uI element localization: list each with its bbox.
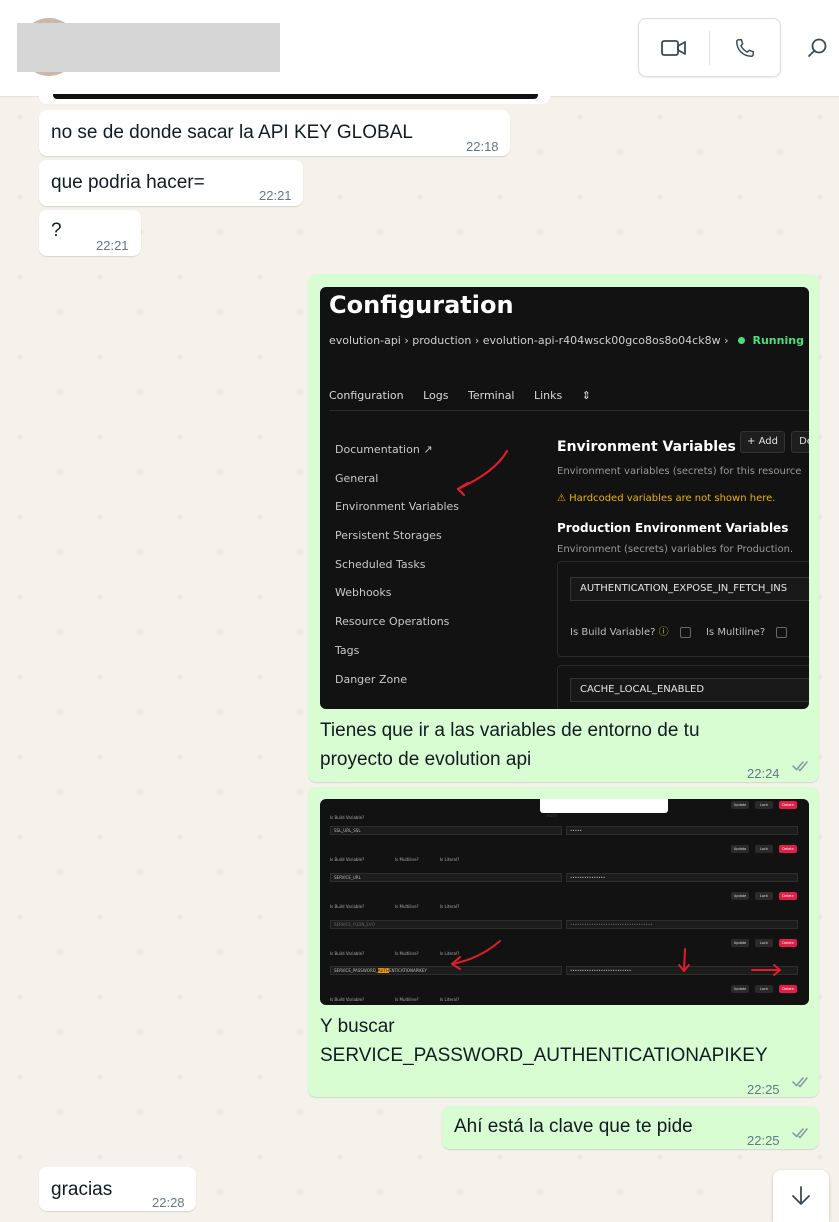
build-variable-label: Is Build Variable? [570, 627, 656, 638]
config-title: Configuration [329, 291, 514, 319]
status-dot-icon [738, 337, 745, 344]
warning-text: Hardcoded variables are not shown here. [569, 493, 776, 504]
message-time: 22:25 [747, 1133, 780, 1148]
message-incoming[interactable]: que podria hacer= 22:21 [39, 160, 303, 206]
hardcoded-warning: ⚠ Hardcoded variables are not shown here… [557, 484, 775, 513]
chevron-right-icon: › [724, 334, 732, 347]
previous-image-bubble-edge [39, 94, 550, 104]
tab-links: Links [534, 389, 563, 402]
image-caption: Tienes que ir a las variables de entorno… [320, 716, 700, 774]
message-text: ? [51, 220, 62, 241]
env-vars-search-screenshot[interactable]: auth Update Lock Delete Is Build Variabl… [320, 799, 809, 1005]
warning-icon: ⚠ [557, 493, 570, 504]
message-time: 22:21 [259, 188, 292, 203]
search-button[interactable] [800, 30, 836, 66]
video-call-button[interactable] [639, 19, 709, 76]
config-tabs: Configuration Logs Terminal Links ⇕ [329, 381, 607, 410]
message-text: que podria hacer= [51, 172, 205, 193]
message-outgoing-image[interactable]: auth Update Lock Delete Is Build Variabl… [308, 787, 819, 1097]
message-time: 22:24 [747, 766, 780, 781]
search-icon [808, 38, 827, 57]
chevron-right-icon: › [474, 334, 483, 347]
message-text: Ahí está la clave que te pide [454, 1116, 693, 1137]
red-arrow-annotation [456, 449, 509, 497]
message-incoming[interactable]: gracias 22:28 [39, 1167, 196, 1211]
voice-call-icon [736, 38, 754, 57]
nav-webhooks: Webhooks [335, 586, 392, 600]
message-outgoing[interactable]: Ahí está la clave que te pide 22:25 [442, 1106, 819, 1149]
chat-header [0, 0, 839, 97]
env-vars-subtitle: Environment variables (secrets) for this… [557, 466, 802, 477]
caption-line: proyecto de evolution api [320, 749, 532, 770]
read-receipt-icon [792, 761, 808, 772]
voice-call-button[interactable] [710, 19, 780, 76]
add-button: + Add [740, 431, 785, 453]
message-incoming[interactable]: no se de donde sacar la API KEY GLOBAL 2… [39, 110, 510, 156]
configuration-screenshot[interactable]: Configuration evolution-api › production… [320, 287, 809, 709]
caption-line: Y buscar [320, 1016, 395, 1037]
message-time: 22:21 [96, 238, 129, 253]
nav-general: General [335, 471, 379, 485]
image-caption: Y buscar SERVICE_PASSWORD_AUTHENTICATION… [320, 1012, 768, 1070]
breadcrumb: evolution-api › production › evolution-a… [329, 326, 804, 355]
red-arrows-annotation [451, 940, 781, 976]
nav-environment-variables: Environment Variables [335, 500, 460, 514]
contact-name-redacted[interactable] [17, 23, 280, 72]
status-badge: Running [752, 334, 804, 347]
developer-view-button: De [791, 431, 809, 453]
external-link-icon: ↗ [423, 443, 433, 456]
read-receipt-icon [792, 1077, 808, 1088]
nav-resource-operations: Resource Operations [335, 615, 450, 629]
video-call-icon [661, 39, 686, 56]
caption-line: SERVICE_PASSWORD_AUTHENTICATIONAPIKEY [320, 1045, 768, 1066]
tab-logs: Logs [423, 389, 449, 402]
nav-scheduled-tasks: Scheduled Tasks [335, 557, 426, 571]
message-incoming[interactable]: ? 22:21 [39, 210, 141, 256]
env-var-key-field: CACHE_LOCAL_ENABLED [570, 678, 809, 702]
caption-line: Tienes que ir a las variables de entorno… [320, 720, 700, 741]
nav-persistent-storages: Persistent Storages [335, 529, 442, 543]
tabs-divider [329, 410, 809, 411]
nav-documentation: Documentation [335, 443, 420, 456]
tab-terminal: Terminal [468, 389, 515, 402]
config-nav: Documentation ↗ General Environment Vari… [335, 435, 459, 693]
scroll-to-bottom-button[interactable] [773, 1170, 829, 1222]
multiline-checkbox [776, 626, 788, 638]
arrow-down-icon [792, 1186, 810, 1205]
info-icon: ⓘ [658, 627, 669, 638]
tab-configuration: Configuration [329, 389, 404, 402]
prod-env-subtitle: Environment (secrets) variables for Prod… [557, 544, 794, 555]
env-var-key-field: AUTHENTICATION_EXPOSE_IN_FETCH_INS [570, 577, 809, 601]
nav-tags: Tags [335, 643, 360, 657]
crumb-env: production [412, 334, 472, 347]
message-text: gracias [51, 1179, 113, 1200]
call-button-group [638, 18, 781, 77]
message-time: 22:25 [747, 1082, 780, 1097]
message-outgoing-image[interactable]: Configuration evolution-api › production… [308, 274, 819, 782]
crumb-resource: evolution-api-r404wsck00gco8os8o04ck8w [482, 334, 721, 347]
build-variable-checkbox [679, 626, 691, 638]
crumb-project: evolution-api [329, 334, 401, 347]
multiline-label: Is Multiline? [705, 627, 766, 638]
chevron-updown-icon: ⇕ [578, 389, 591, 402]
read-receipt-icon [792, 1128, 808, 1139]
message-time: 22:28 [152, 1195, 185, 1210]
env-var-options: Is Build Variable? ⓘ Is Multiline? [570, 618, 799, 647]
message-time: 22:18 [466, 139, 499, 154]
nav-danger-zone: Danger Zone [335, 672, 407, 686]
message-text: no se de donde sacar la API KEY GLOBAL [51, 122, 413, 143]
